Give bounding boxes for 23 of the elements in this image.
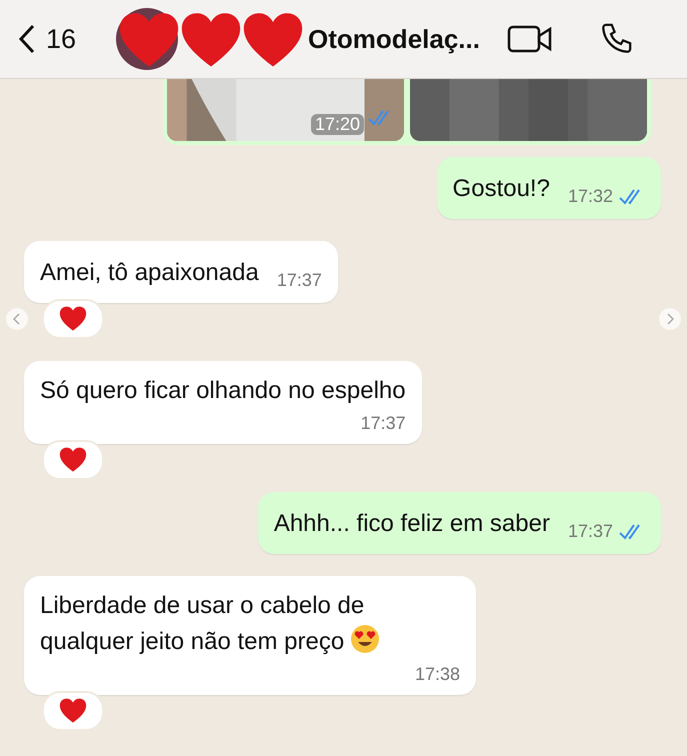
message-time: 17:37	[360, 413, 406, 434]
message-text: Liberdade de usar o cabelo de qualquer jeito não tem preço	[40, 588, 460, 660]
message-text: Só quero ficar olhando no espelho	[40, 376, 406, 406]
heart-icon	[59, 447, 87, 473]
phone-icon[interactable]	[599, 22, 633, 56]
message-text: Amei, tô apaixonada	[40, 258, 259, 288]
message-text: Gostou!?	[452, 174, 550, 204]
message-time: 17:32	[568, 186, 613, 207]
message-text: Ahhh... fico feliz em saber	[274, 509, 550, 539]
message-time: 17:37	[568, 521, 613, 542]
heart-icon	[180, 12, 242, 68]
heart-icon	[59, 698, 87, 724]
heart-icon	[242, 12, 304, 68]
message-time: 17:20	[310, 114, 364, 135]
heart-icon	[59, 306, 87, 332]
unread-count[interactable]: 16	[46, 24, 76, 54]
back-icon[interactable]	[18, 24, 36, 54]
chevron-right-icon	[666, 313, 674, 325]
video-call-icon[interactable]	[507, 24, 553, 54]
message-time: 17:38	[414, 664, 460, 685]
message-time: 17:37	[276, 270, 322, 291]
chevron-left-icon	[13, 313, 21, 325]
contact-name[interactable]: Otomodelaç...	[308, 24, 480, 54]
